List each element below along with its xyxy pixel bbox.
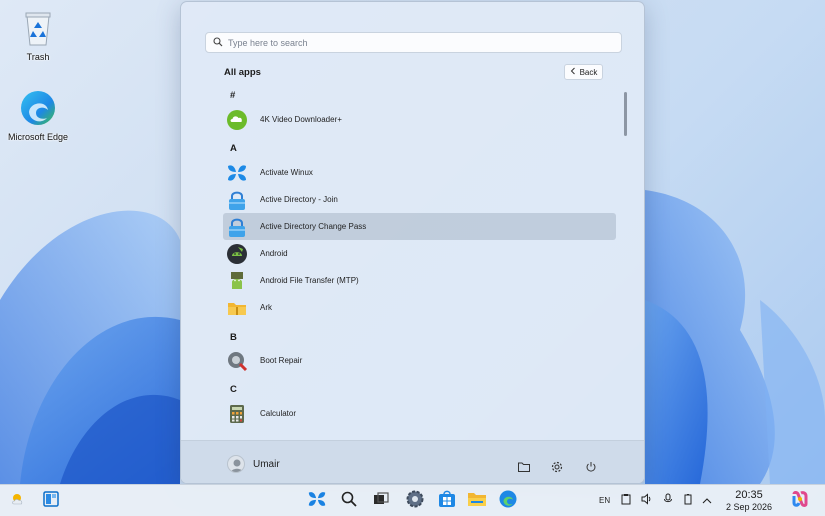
search-icon: [340, 490, 358, 513]
microphone-button[interactable]: [657, 490, 679, 512]
widgets-icon: [42, 490, 60, 513]
app-name: Active Directory Change Pass: [260, 222, 367, 231]
settings-button[interactable]: [550, 460, 564, 474]
app-name: Calculator: [260, 409, 297, 418]
app-item-android-file-transfer[interactable]: Android File Transfer (MTP): [223, 267, 616, 294]
lock-icon: [226, 189, 248, 211]
taskbar: EN 20:35 2 Sep 2026: [0, 484, 825, 516]
copilot-button[interactable]: [789, 490, 811, 512]
battery-icon: [682, 492, 694, 510]
volume-icon: [641, 492, 653, 510]
widgets-button[interactable]: [40, 490, 62, 512]
settings-icon: [405, 489, 425, 514]
store-button[interactable]: [436, 490, 458, 512]
microphone-icon: [662, 492, 674, 510]
search-input[interactable]: [228, 37, 621, 48]
app-name: Boot Repair: [260, 356, 303, 365]
android-robot-icon: [226, 270, 248, 292]
settings-gear-icon: [550, 461, 564, 478]
show-hidden-icons-button[interactable]: [696, 490, 718, 512]
android-icon: [226, 243, 248, 265]
folder-icon: [517, 461, 531, 478]
app-item-boot-repair[interactable]: Boot Repair: [223, 347, 616, 374]
power-button[interactable]: [584, 460, 598, 474]
app-name: Ark: [260, 303, 272, 312]
user-name: Umair: [253, 458, 280, 470]
start-button[interactable]: [306, 490, 328, 512]
app-item-active-directory-change-pass[interactable]: Active Directory Change Pass: [223, 213, 616, 240]
copilot-icon: [791, 490, 809, 513]
file-explorer-button[interactable]: [466, 490, 488, 512]
group-letter[interactable]: #: [230, 90, 235, 101]
edge-taskbar-button[interactable]: [497, 490, 519, 512]
cloud-download-icon: [226, 109, 248, 131]
clipboard-button[interactable]: [615, 490, 637, 512]
recycle-bin-icon: [18, 8, 58, 48]
weather-widget-button[interactable]: [7, 490, 29, 512]
all-apps-list[interactable]: # 4K Video Downloader+ A Activate Winux …: [181, 82, 644, 440]
app-name: Android: [260, 249, 288, 258]
desktop-icon-label: Trash: [26, 52, 50, 62]
app-name: Activate Winux: [260, 168, 313, 177]
search-button[interactable]: [338, 490, 360, 512]
file-explorer-icon: [467, 489, 487, 514]
language-indicator[interactable]: EN: [599, 496, 610, 505]
start-icon: [307, 489, 327, 514]
search-box[interactable]: [205, 32, 622, 53]
boot-repair-icon: [226, 350, 248, 372]
desktop-icon-edge[interactable]: Microsoft Edge: [3, 88, 73, 142]
chevron-up-icon: [702, 492, 712, 510]
app-name: 4K Video Downloader+: [260, 115, 342, 124]
settings-app-button[interactable]: [404, 490, 426, 512]
power-icon: [584, 461, 598, 478]
avatar: [227, 455, 245, 473]
app-item-calculator[interactable]: Calculator: [223, 400, 616, 427]
app-item-active-directory-join[interactable]: Active Directory - Join: [223, 186, 616, 213]
clock-time: 20:35: [735, 489, 763, 501]
volume-button[interactable]: [636, 490, 658, 512]
clock-date: 2 Sep 2026: [725, 502, 773, 512]
store-icon: [437, 489, 457, 514]
group-letter[interactable]: A: [230, 143, 237, 154]
group-letter[interactable]: C: [230, 384, 237, 395]
task-view-icon: [372, 490, 390, 513]
clipboard-icon: [620, 492, 632, 510]
edge-icon: [18, 88, 58, 128]
calculator-icon: [226, 403, 248, 425]
all-apps-heading: All apps: [224, 67, 261, 78]
user-account-button[interactable]: Umair: [227, 455, 280, 473]
app-item-activate-winux[interactable]: Activate Winux: [223, 159, 616, 186]
weather-icon: [9, 490, 27, 513]
start-footer: Umair: [181, 440, 644, 483]
app-item-ark[interactable]: Ark: [223, 294, 616, 321]
back-button[interactable]: Back: [564, 64, 603, 80]
app-item-4k-video-downloader[interactable]: 4K Video Downloader+: [223, 106, 616, 133]
edge-icon: [498, 489, 518, 514]
windows-logo-icon: [226, 162, 248, 184]
lock-icon: [226, 216, 248, 238]
desktop-icon-trash[interactable]: Trash: [3, 8, 73, 62]
app-name: Android File Transfer (MTP): [260, 276, 359, 285]
group-letter[interactable]: B: [230, 332, 237, 343]
clock[interactable]: 20:35 2 Sep 2026: [718, 489, 780, 512]
back-label: Back: [579, 67, 598, 77]
documents-folder-button[interactable]: [517, 460, 531, 474]
search-icon: [213, 34, 223, 52]
app-item-android[interactable]: Android: [223, 240, 616, 267]
desktop-icon-label: Microsoft Edge: [7, 132, 69, 142]
app-name: Active Directory - Join: [260, 195, 338, 204]
chevron-left-icon: [570, 67, 576, 77]
task-view-button[interactable]: [370, 490, 392, 512]
start-menu: All apps Back # 4K Video Downloader+ A A…: [180, 1, 645, 484]
scrollbar-thumb[interactable]: [624, 92, 627, 136]
archive-folder-icon: [226, 297, 248, 319]
